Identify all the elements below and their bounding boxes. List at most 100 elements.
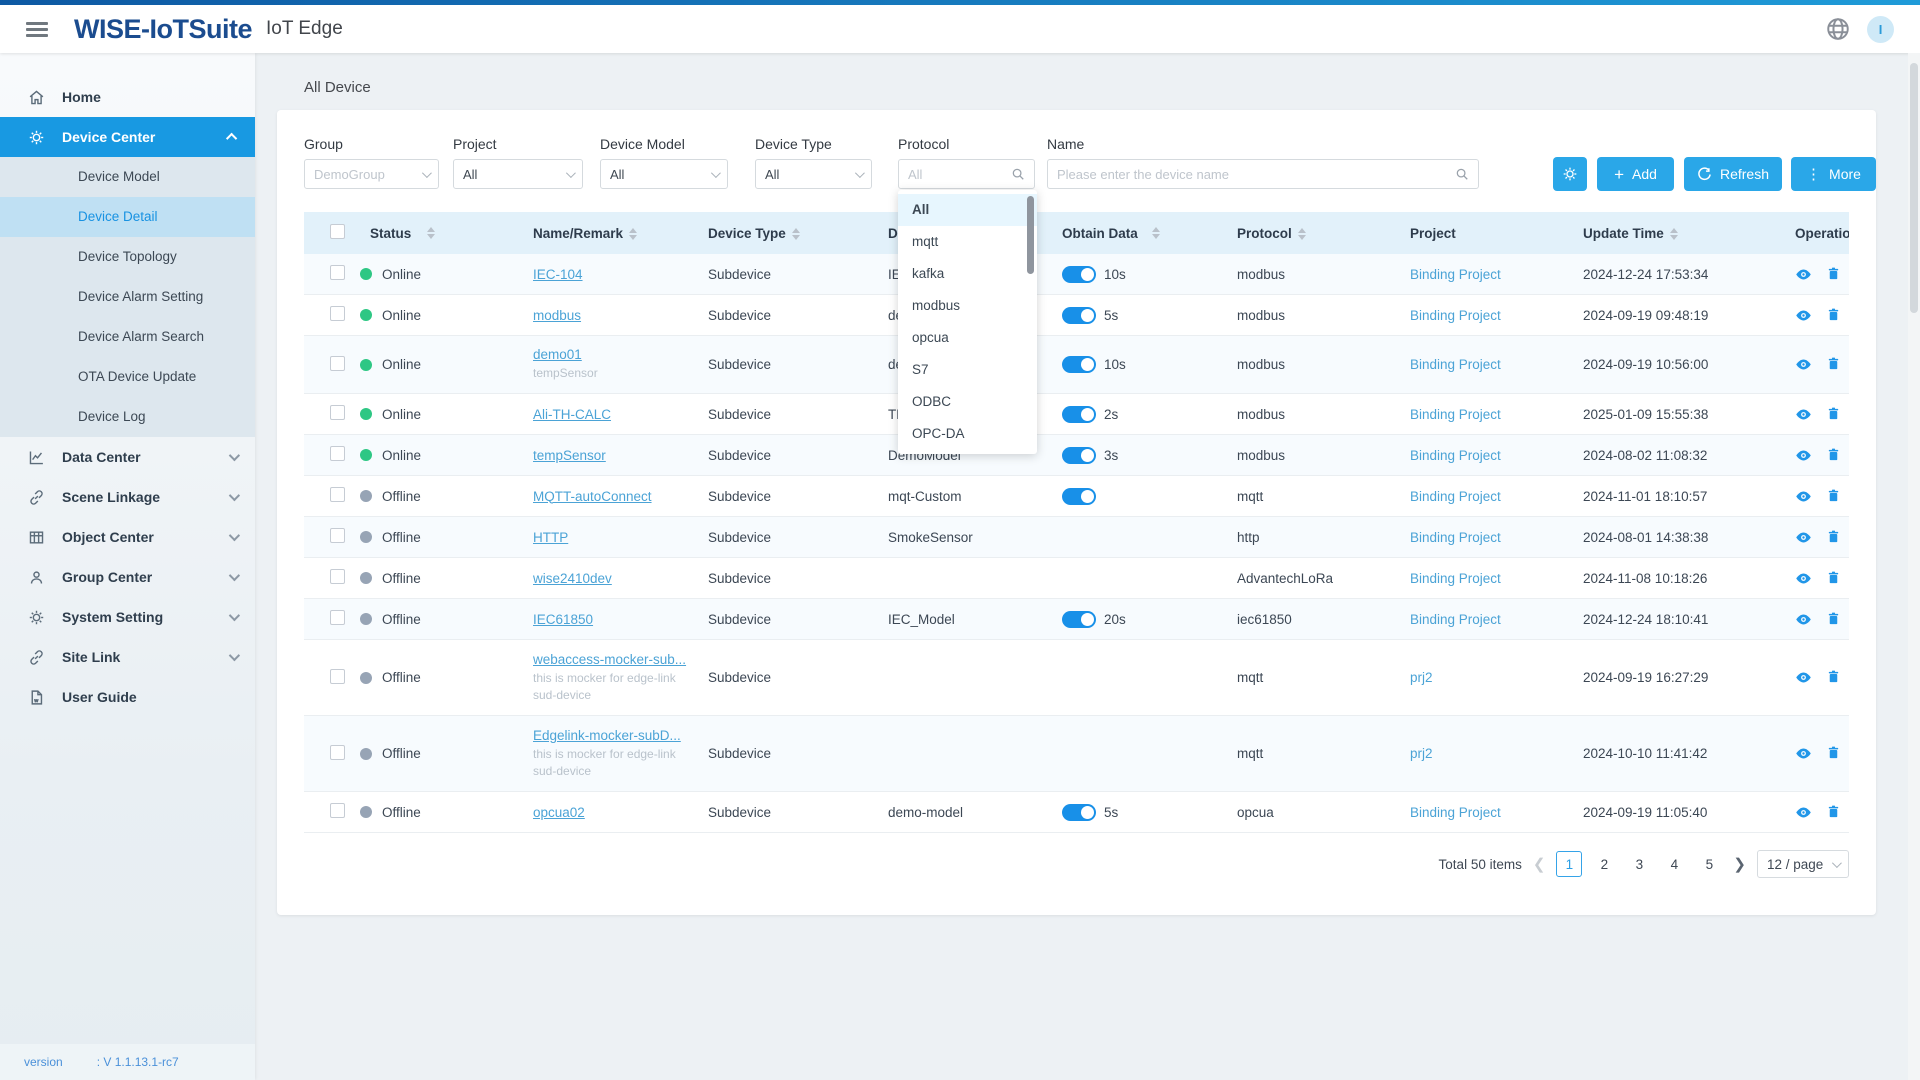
sidebar-subitem-device-topology[interactable]: Device Topology xyxy=(0,237,255,277)
obtain-data-toggle-on[interactable] xyxy=(1062,611,1096,628)
delete-icon[interactable] xyxy=(1826,406,1841,423)
view-icon[interactable] xyxy=(1795,745,1812,762)
delete-icon[interactable] xyxy=(1826,804,1841,821)
row-checkbox[interactable] xyxy=(330,356,345,371)
device-name-link[interactable]: MQTT-autoConnect xyxy=(533,489,652,504)
view-icon[interactable] xyxy=(1795,570,1812,587)
row-checkbox[interactable] xyxy=(330,487,345,502)
filter-project-control[interactable]: All xyxy=(453,159,583,189)
sidebar-subitem-device-detail[interactable]: Device Detail xyxy=(0,197,255,237)
obtain-data-toggle-on[interactable] xyxy=(1062,447,1096,464)
page-number-5[interactable]: 5 xyxy=(1696,851,1722,877)
protocol-option-opc-da[interactable]: OPC-DA xyxy=(898,418,1037,450)
col-header-update-time[interactable]: Update Time xyxy=(1579,226,1791,241)
row-checkbox[interactable] xyxy=(330,803,345,818)
column-settings-button[interactable] xyxy=(1553,157,1587,191)
protocol-option-s7[interactable]: S7 xyxy=(898,354,1037,386)
view-icon[interactable] xyxy=(1795,529,1812,546)
row-checkbox[interactable] xyxy=(330,528,345,543)
hamburger-menu-icon[interactable] xyxy=(26,22,48,37)
sort-icon[interactable] xyxy=(629,228,637,240)
more-button[interactable]: ⋮ More xyxy=(1791,157,1876,191)
view-icon[interactable] xyxy=(1795,488,1812,505)
page-number-3[interactable]: 3 xyxy=(1626,851,1652,877)
filter-protocol-control[interactable]: All xyxy=(898,159,1035,189)
select-all-checkbox[interactable] xyxy=(330,224,345,239)
row-checkbox[interactable] xyxy=(330,569,345,584)
project-link[interactable]: Binding Project xyxy=(1410,805,1501,820)
sidebar-item-system-setting[interactable]: System Setting xyxy=(0,597,255,637)
obtain-data-toggle-on[interactable] xyxy=(1062,307,1096,324)
col-header-status[interactable]: Status xyxy=(354,226,529,241)
sort-icon[interactable] xyxy=(427,227,435,239)
delete-icon[interactable] xyxy=(1826,488,1841,505)
delete-icon[interactable] xyxy=(1826,611,1841,628)
project-link[interactable]: Binding Project xyxy=(1410,448,1501,463)
device-name-link[interactable]: opcua02 xyxy=(533,805,585,820)
device-name-link[interactable]: wise2410dev xyxy=(533,571,612,586)
project-link[interactable]: Binding Project xyxy=(1410,407,1501,422)
sidebar-subitem-device-model[interactable]: Device Model xyxy=(0,157,255,197)
device-name-link[interactable]: webaccess-mocker-sub... xyxy=(533,652,686,667)
delete-icon[interactable] xyxy=(1826,529,1841,546)
device-name-link[interactable]: Edgelink-mocker-subD... xyxy=(533,728,681,743)
sort-icon[interactable] xyxy=(792,228,800,240)
col-header-protocol[interactable]: Protocol xyxy=(1233,226,1406,241)
view-icon[interactable] xyxy=(1795,804,1812,821)
sidebar-item-scene-linkage[interactable]: Scene Linkage xyxy=(0,477,255,517)
sidebar-item-group-center[interactable]: Group Center xyxy=(0,557,255,597)
project-link[interactable]: Binding Project xyxy=(1410,308,1501,323)
device-name-link[interactable]: tempSensor xyxy=(533,448,606,463)
sidebar-item-device-center[interactable]: Device Center xyxy=(0,117,255,157)
col-header-obtain-data[interactable]: Obtain Data xyxy=(1058,226,1233,241)
filter-device-type-control[interactable]: All xyxy=(755,159,872,189)
filter-device-model-control[interactable]: All xyxy=(600,159,728,189)
obtain-data-toggle-on[interactable] xyxy=(1062,356,1096,373)
protocol-option-kafka[interactable]: kafka xyxy=(898,258,1037,290)
sidebar-item-data-center[interactable]: Data Center xyxy=(0,437,255,477)
obtain-data-toggle-on[interactable] xyxy=(1062,266,1096,283)
project-link[interactable]: Binding Project xyxy=(1410,612,1501,627)
add-button[interactable]: + Add xyxy=(1597,157,1674,191)
device-name-link[interactable]: Ali-TH-CALC xyxy=(533,407,611,422)
next-page-icon[interactable]: ❯ xyxy=(1731,855,1748,873)
view-icon[interactable] xyxy=(1795,611,1812,628)
delete-icon[interactable] xyxy=(1826,570,1841,587)
project-link[interactable]: Binding Project xyxy=(1410,530,1501,545)
view-icon[interactable] xyxy=(1795,669,1812,686)
view-icon[interactable] xyxy=(1795,307,1812,324)
page-size-select[interactable]: 12 / page xyxy=(1757,850,1849,878)
sidebar-item-object-center[interactable]: Object Center xyxy=(0,517,255,557)
view-icon[interactable] xyxy=(1795,447,1812,464)
prev-page-icon[interactable]: ❮ xyxy=(1531,855,1548,873)
globe-icon[interactable] xyxy=(1825,16,1851,42)
device-name-link[interactable]: HTTP xyxy=(533,530,568,545)
sidebar-item-user-guide[interactable]: wUser Guide xyxy=(0,677,255,717)
row-checkbox[interactable] xyxy=(330,669,345,684)
delete-icon[interactable] xyxy=(1826,447,1841,464)
page-number-4[interactable]: 4 xyxy=(1661,851,1687,877)
sidebar-subitem-device-log[interactable]: Device Log xyxy=(0,397,255,437)
sidebar-subitem-ota-device-update[interactable]: OTA Device Update xyxy=(0,357,255,397)
row-checkbox[interactable] xyxy=(330,405,345,420)
project-link[interactable]: prj2 xyxy=(1410,746,1433,761)
protocol-option-opcua[interactable]: opcua xyxy=(898,322,1037,354)
dropdown-scrollbar[interactable] xyxy=(1027,196,1034,274)
sort-icon[interactable] xyxy=(1298,228,1306,240)
view-icon[interactable] xyxy=(1795,266,1812,283)
refresh-button[interactable]: Refresh xyxy=(1684,157,1782,191)
row-checkbox[interactable] xyxy=(330,306,345,321)
project-link[interactable]: prj2 xyxy=(1410,670,1433,685)
row-checkbox[interactable] xyxy=(330,610,345,625)
protocol-option-all[interactable]: All xyxy=(898,194,1037,226)
protocol-option-modbus[interactable]: modbus xyxy=(898,290,1037,322)
project-link[interactable]: Binding Project xyxy=(1410,489,1501,504)
col-header-name-remark[interactable]: Name/Remark xyxy=(529,226,704,241)
obtain-data-toggle-on[interactable] xyxy=(1062,406,1096,423)
col-header-device-type[interactable]: Device Type xyxy=(704,226,884,241)
obtain-data-toggle-on[interactable] xyxy=(1062,488,1096,505)
filter-name-control[interactable]: Please enter the device name xyxy=(1047,159,1479,189)
device-name-link[interactable]: IEC-104 xyxy=(533,267,583,282)
device-name-link[interactable]: IEC61850 xyxy=(533,612,593,627)
user-avatar[interactable]: I xyxy=(1867,16,1894,43)
